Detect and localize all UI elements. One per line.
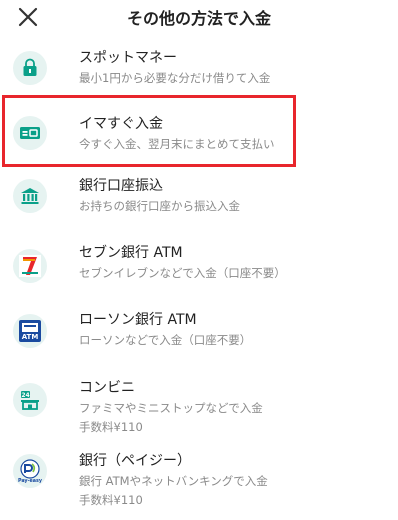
page-title: その他の方法で入金	[126, 9, 271, 28]
option-name: ローソン銀行 ATM	[79, 312, 197, 328]
lock-icon	[13, 51, 47, 85]
option-description: セブンイレブンなどで入金（口座不要）	[79, 266, 286, 280]
option-description: 今すぐ入金、翌月末にまとめて支払い	[79, 137, 275, 151]
option-fee: 手数料¥110	[79, 420, 143, 434]
deposit-option-convenience-store[interactable]: 24 コンビニ ファミマやミニストップなどで入金 手数料¥110	[0, 370, 398, 444]
convenience-store-icon: 24	[13, 383, 47, 417]
deposit-option-imasugu[interactable]: イマすぐ入金 今すぐ入金、翌月末にまとめて支払い	[0, 100, 398, 166]
option-fee: 手数料¥110	[79, 493, 143, 507]
option-name: セブン銀行 ATM	[79, 245, 183, 261]
option-description: ファミマやミニストップなどで入金	[79, 401, 263, 415]
bank-icon	[13, 179, 47, 213]
deposit-option-lawson-bank[interactable]: ATM ローソン銀行 ATM ローソンなどで入金（口座不要）	[0, 302, 398, 368]
seven-bank-logo	[13, 249, 47, 283]
option-name: 銀行口座振込	[79, 178, 163, 194]
card-icon	[13, 116, 47, 150]
option-description: お持ちの銀行口座から振込入金	[79, 199, 240, 213]
svg-text:ATM: ATM	[22, 333, 39, 341]
svg-text:24: 24	[21, 392, 29, 399]
deposit-option-pay-easy[interactable]: Pay-easy 銀行（ペイジー） 銀行 ATMやネットバンキングで入金 手数料…	[0, 444, 398, 520]
option-name: 銀行（ペイジー）	[79, 453, 191, 469]
option-name: スポットマネー	[79, 50, 177, 66]
option-description: 最小1円から必要な分だけ借りて入金	[79, 71, 271, 85]
deposit-option-spot-money[interactable]: スポットマネー 最小1円から必要な分だけ借りて入金	[0, 34, 398, 100]
pay-easy-logo: Pay-easy	[13, 454, 47, 488]
option-name: コンビニ	[79, 380, 135, 396]
svg-text:Pay-easy: Pay-easy	[18, 478, 43, 484]
header: その他の方法で入金	[0, 0, 398, 34]
option-name: イマすぐ入金	[79, 116, 163, 132]
option-description: 銀行 ATMやネットバンキングで入金	[79, 474, 268, 488]
deposit-option-bank-transfer[interactable]: 銀行口座振込 お持ちの銀行口座から振込入金	[0, 168, 398, 234]
lawson-bank-logo: ATM	[13, 314, 47, 348]
deposit-option-seven-bank[interactable]: セブン銀行 ATM セブンイレブンなどで入金（口座不要）	[0, 234, 398, 300]
option-description: ローソンなどで入金（口座不要）	[79, 333, 252, 347]
